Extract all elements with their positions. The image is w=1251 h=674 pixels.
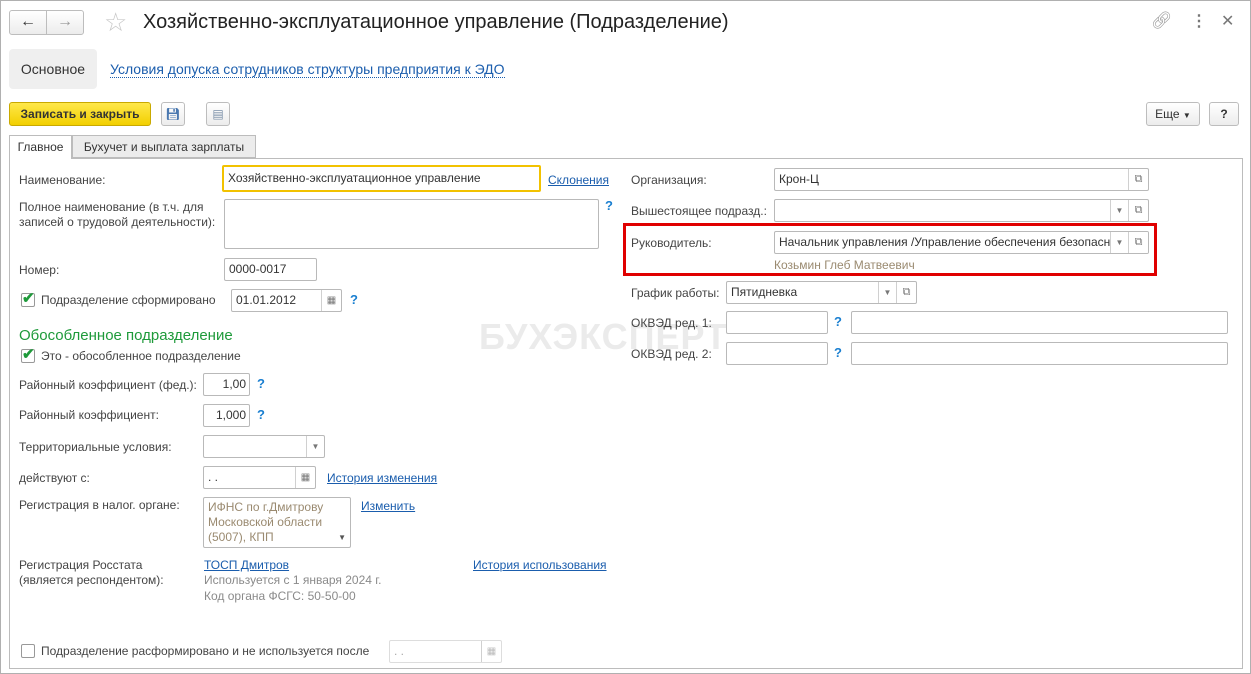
declensions-link[interactable]: Склонения	[548, 173, 609, 187]
fullname-help-icon[interactable]: ?	[605, 198, 613, 213]
formed-date-value: 01.01.2012	[236, 293, 297, 307]
schedule-label: График работы:	[631, 286, 720, 300]
rosstat-link[interactable]: ТОСП Дмитров	[204, 558, 289, 572]
calendar-icon[interactable]: ▦	[321, 290, 341, 311]
number-label: Номер:	[19, 263, 60, 277]
parent-label: Вышестоящее подразд.:	[631, 204, 767, 218]
disbanded-date-value: . .	[394, 644, 405, 658]
coef-fed-input[interactable]: 1,00	[203, 373, 250, 396]
from-date-input[interactable]: . . ▦	[203, 466, 316, 489]
tab-accounting[interactable]: Бухучет и выплата зарплаты	[72, 135, 256, 158]
nav-edo-link[interactable]: Условия допуска сотрудников структуры пр…	[110, 61, 505, 78]
okved2-label: ОКВЭД ред. 2:	[631, 347, 712, 361]
fullname-label-1: Полное наименование (в т.ч. для	[19, 200, 204, 214]
rosstat-code: Код органа ФСГС: 50-50-00	[204, 589, 356, 603]
calendar-icon[interactable]: ▦	[295, 467, 315, 488]
tax-change-link[interactable]: Изменить	[361, 499, 415, 513]
save-button[interactable]: 💾︎	[161, 102, 185, 126]
section-title: Обособленное подразделение	[19, 327, 233, 344]
back-button[interactable]: ←	[9, 10, 47, 35]
coef-label: Районный коэффициент:	[19, 408, 159, 422]
open-icon[interactable]: ⧉	[1128, 200, 1148, 221]
formed-checkbox[interactable]	[21, 289, 35, 307]
disbanded-checkbox[interactable]	[21, 644, 35, 658]
window-title: Хозяйственно-эксплуатационное управление…	[143, 11, 729, 33]
chevron-down-icon: ▼	[1182, 111, 1191, 120]
rosstat-label-2: (является респондентом):	[19, 573, 164, 587]
okved2-code-input[interactable]	[726, 342, 828, 365]
chevron-down-icon[interactable]: ▼	[306, 436, 324, 457]
tab-main[interactable]: Главное	[9, 135, 72, 159]
chevron-down-icon[interactable]: ▼	[1110, 200, 1128, 221]
open-icon[interactable]: ⧉	[1128, 232, 1148, 253]
calendar-icon[interactable]: ▦	[481, 641, 501, 662]
head-select[interactable]: Начальник управления /Управление обеспеч…	[774, 231, 1149, 254]
open-icon[interactable]: ⧉	[1128, 169, 1148, 190]
from-date-value: . .	[208, 470, 219, 484]
org-label: Организация:	[631, 173, 707, 187]
schedule-value: Пятидневка	[731, 285, 798, 299]
report-button[interactable]: ▤	[206, 102, 230, 126]
tax-field[interactable]: ИФНС по г.Дмитрову Московской области (5…	[203, 497, 351, 548]
rosstat-used: Используется с 1 января 2024 г.	[204, 573, 382, 587]
open-icon[interactable]: ⧉	[896, 282, 916, 303]
forward-button[interactable]: →	[46, 10, 84, 35]
tax-label: Регистрация в налог. органе:	[19, 498, 180, 512]
disbanded-label: Подразделение расформировано и не исполь…	[41, 644, 370, 658]
save-close-button[interactable]: Записать и закрыть	[9, 102, 151, 126]
parent-select[interactable]: ▼ ⧉	[774, 199, 1149, 222]
scroll-down-icon[interactable]: ▼	[338, 530, 346, 545]
close-icon[interactable]: ✕	[1221, 11, 1234, 31]
coef-fed-help-icon[interactable]: ?	[257, 376, 265, 391]
nav-main[interactable]: Основное	[9, 49, 97, 89]
number-input[interactable]: 0000-0017	[224, 258, 317, 281]
link-icon[interactable]: 🔗︎	[1151, 11, 1173, 31]
head-label: Руководитель:	[631, 236, 712, 250]
name-input[interactable]: Хозяйственно-эксплуатационное управление	[222, 165, 541, 192]
coef-fed-label: Районный коэффициент (фед.):	[19, 378, 197, 392]
schedule-select[interactable]: Пятидневка ▼ ⧉	[726, 281, 917, 304]
org-input[interactable]: Крон-Ц ⧉	[774, 168, 1149, 191]
favorite-star-icon[interactable]: ☆	[104, 7, 127, 38]
formed-date-input[interactable]: 01.01.2012 ▦	[231, 289, 342, 312]
name-label: Наименование:	[19, 173, 106, 187]
separate-label: Это - обособленное подразделение	[41, 349, 241, 363]
org-value: Крон-Ц	[779, 172, 819, 186]
disbanded-date-input[interactable]: . . ▦	[389, 640, 502, 663]
head-name: Козьмин Глеб Матвеевич	[774, 258, 915, 272]
terr-label: Территориальные условия:	[19, 440, 172, 454]
from-label: действуют с:	[19, 471, 90, 485]
help-button[interactable]: ?	[1209, 102, 1239, 126]
rosstat-label-1: Регистрация Росстата	[19, 558, 143, 572]
fullname-label-2: записей о трудовой деятельности):	[19, 215, 216, 229]
separate-checkbox[interactable]	[21, 345, 35, 363]
tax-line-2: Московской области	[208, 515, 323, 529]
okved1-label: ОКВЭД ред. 1:	[631, 316, 712, 330]
okved2-name-input[interactable]	[851, 342, 1228, 365]
coef-input[interactable]: 1,000	[203, 404, 250, 427]
formed-help-icon[interactable]: ?	[350, 292, 358, 307]
okved2-help-icon[interactable]: ?	[834, 345, 842, 360]
okved1-code-input[interactable]	[726, 311, 828, 334]
head-value: Начальник управления /Управление обеспеч…	[779, 235, 1112, 249]
more-button[interactable]: Еще ▼	[1146, 102, 1200, 126]
chevron-down-icon[interactable]: ▼	[1110, 232, 1128, 253]
terr-select[interactable]: ▼	[203, 435, 325, 458]
more-vert-icon[interactable]: ⋮	[1191, 11, 1207, 31]
more-label: Еще	[1155, 107, 1180, 121]
coef-help-icon[interactable]: ?	[257, 407, 265, 422]
history-use-link[interactable]: История использования	[473, 558, 607, 572]
formed-label: Подразделение сформировано	[41, 293, 216, 307]
history-change-link[interactable]: История изменения	[327, 471, 437, 485]
fullname-textarea[interactable]	[224, 199, 599, 249]
tax-line-1: ИФНС по г.Дмитрову	[208, 500, 324, 514]
okved1-help-icon[interactable]: ?	[834, 314, 842, 329]
tax-line-3: (5007), КПП	[208, 530, 274, 544]
chevron-down-icon[interactable]: ▼	[878, 282, 896, 303]
okved1-name-input[interactable]	[851, 311, 1228, 334]
